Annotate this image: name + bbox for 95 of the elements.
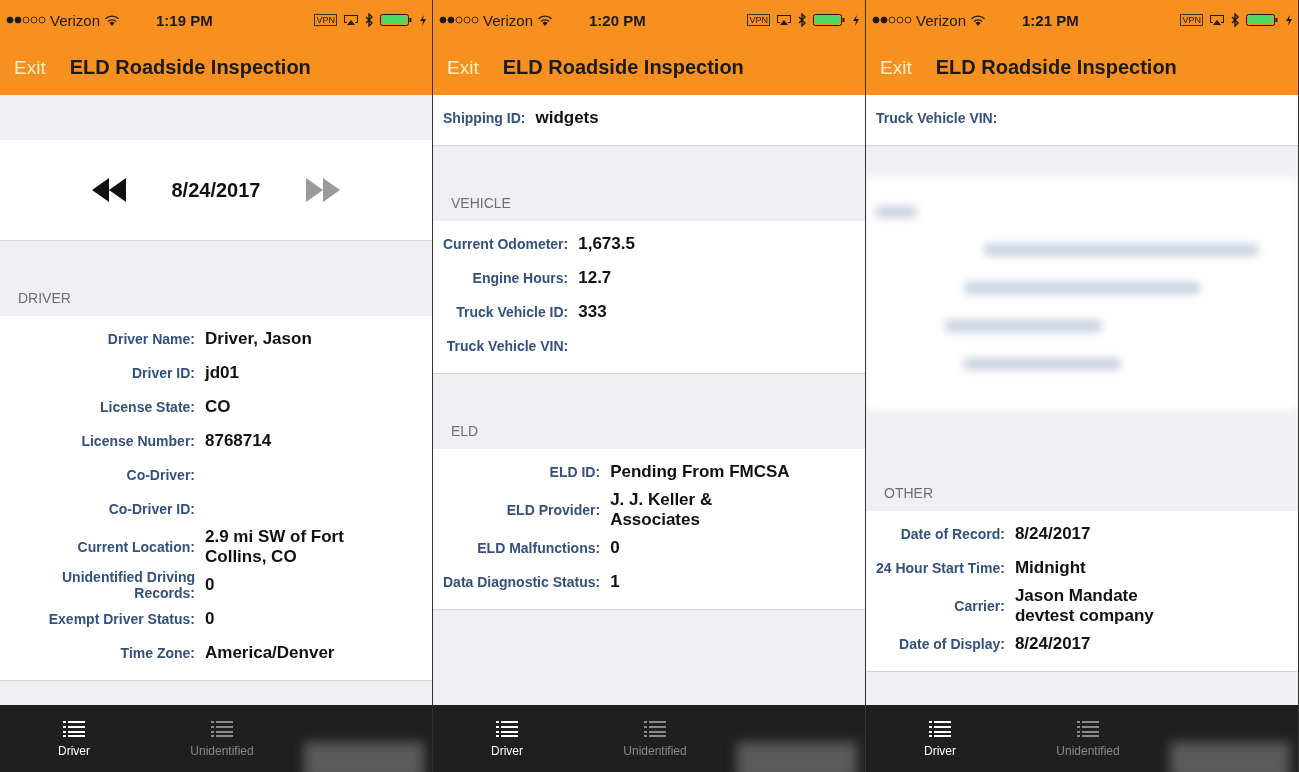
field-value: Pending From FMCSA [610,462,790,482]
field-label: ELD Malfunctions: [477,540,601,556]
list-icon [496,719,518,738]
blurred-tab[interactable] [737,742,857,772]
field-value: Midnight [1014,558,1086,578]
screen-title: ELD Roadside Inspection [935,56,1177,79]
charging-icon [420,14,426,26]
section-header: OTHER [884,485,933,501]
list-icon [63,719,85,738]
tab-button[interactable]: Driver [866,705,1014,772]
airplay-icon [776,14,792,26]
field-label: Current Odometer: [443,236,569,252]
field-label: License Number: [81,433,195,449]
vpn-indicator: VPN [314,14,337,26]
airplay-icon [343,14,359,26]
tab-button[interactable]: Unidentified [148,705,296,772]
section-header: ELD [451,423,479,439]
field-label: 24 Hour Start Time: [876,560,1005,576]
field-value: 0 [205,609,215,629]
rewind-icon[interactable] [91,178,126,202]
field-label: Date of Record: [900,526,1005,542]
section-header: VEHICLE [451,195,511,211]
field-value: 1,673.5 [578,234,635,254]
field-value: 2.9 mi SW of Fort Collins, CO [205,527,345,567]
battery-icon [1246,14,1280,26]
field-value: 0 [205,575,215,595]
signal-icon [439,16,479,24]
tab-button[interactable]: Driver [433,705,581,772]
field-value: Driver, Jason [205,329,312,349]
battery-icon [380,14,414,26]
field-label: Data Diagnostic Status: [443,574,601,590]
field-label: Carrier: [954,598,1005,614]
field-label: Driver Name: [107,331,195,347]
list-icon [211,719,233,738]
field-label: Shipping ID: [443,110,526,126]
field-label: Truck Vehicle ID: [456,304,569,320]
field-value: widgets [535,108,599,128]
charging-icon [853,14,859,26]
vpn-indicator: VPN [747,14,770,26]
screen-title: ELD Roadside Inspection [69,56,311,79]
blurred-tab[interactable] [1170,742,1290,772]
field-value: 8/24/2017 [1014,634,1091,654]
clock-time: 1:21 PM [1022,11,1080,29]
field-label: Date of Display: [899,636,1005,652]
field-label: Current Location: [77,539,195,555]
field-value: jd01 [205,363,240,383]
blurred-tab[interactable] [304,742,424,772]
field-label: Co-Driver: [126,467,195,483]
carrier-name: Verizon [50,11,101,29]
clock-time: 1:20 PM [589,11,647,29]
wifi-icon [970,14,987,26]
field-value: 1 [610,572,620,592]
field-label: Unidentified Driving Records: [61,569,195,601]
field-label: License State: [100,399,195,415]
date-label: 8/24/2017 [171,178,261,202]
wifi-icon [104,14,121,26]
clock-time: 1:19 PM [156,11,214,29]
field-value: America/Denver [205,643,335,663]
field-label: Exempt Driver Status: [48,611,195,627]
screen-title: ELD Roadside Inspection [502,56,744,79]
list-icon [1077,719,1099,738]
list-icon [929,719,951,738]
vpn-indicator: VPN [1180,14,1203,26]
field-label: Time Zone: [120,645,195,661]
signal-icon [6,16,46,24]
field-label: Truck Vehicle VIN: [446,338,569,354]
field-label: ELD Provider: [506,502,601,518]
field-label: Driver ID: [131,365,195,381]
field-label: ELD ID: [549,464,601,480]
field-value: 12.7 [578,268,612,288]
field-value: J. J. Keller & Associates [610,490,714,530]
field-value: 8768714 [205,431,272,451]
signal-icon [872,16,912,24]
field-value: 8/24/2017 [1014,524,1091,544]
wifi-icon [537,14,554,26]
field-label: Engine Hours: [472,270,569,286]
field-label: Truck Vehicle VIN: [876,110,998,126]
carrier-name: Verizon [916,11,967,29]
bluetooth-icon [798,13,807,27]
list-icon [644,719,666,738]
tab-button[interactable]: Driver [0,705,148,772]
field-value: 333 [578,302,607,322]
field-value: CO [205,397,231,417]
battery-icon [813,14,847,26]
field-value: Jason Mandate devtest company [1014,586,1155,626]
bluetooth-icon [1231,13,1240,27]
charging-icon [1286,14,1292,26]
field-value: 0 [610,538,620,558]
field-label: Co-Driver ID: [108,501,195,517]
carrier-name: Verizon [483,11,534,29]
tab-button[interactable]: Unidentified [581,705,729,772]
section-header: DRIVER [18,290,71,306]
bluetooth-icon [365,13,374,27]
airplay-icon [1209,14,1225,26]
tab-button[interactable]: Unidentified [1014,705,1162,772]
